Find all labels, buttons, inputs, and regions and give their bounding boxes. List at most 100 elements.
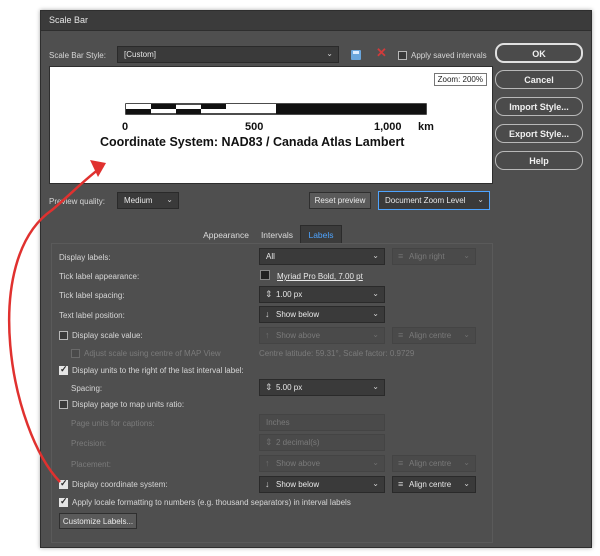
text-label-position-dropdown[interactable]: ↓ Show below ⌄ bbox=[259, 306, 385, 323]
adjust-scale-label: Adjust scale using centre of MAP View bbox=[84, 349, 221, 358]
tick-label-1000: 1,000 bbox=[374, 121, 402, 133]
help-button[interactable]: Help bbox=[495, 151, 583, 170]
display-units-checkbox[interactable] bbox=[59, 364, 68, 375]
chevron-down-icon: ⌄ bbox=[166, 195, 173, 204]
scale-bar-dialog: Scale Bar Scale Bar Style: [Custom] ⌄ ✕ … bbox=[40, 10, 592, 548]
chevron-down-icon: ⌄ bbox=[372, 289, 379, 298]
scale-bar-style-label: Scale Bar Style: bbox=[49, 51, 106, 60]
scale-bar-style-value: [Custom] bbox=[124, 50, 157, 59]
page-to-map-ratio-label: Display page to map units ratio: bbox=[72, 400, 185, 409]
scale-value-position-dropdown[interactable]: ↑ Show above ⌄ bbox=[259, 327, 385, 344]
chevron-down-icon: ⌄ bbox=[477, 195, 484, 204]
display-scale-value-checkbox[interactable] bbox=[59, 331, 68, 340]
chevron-down-icon: ⌄ bbox=[372, 330, 379, 339]
tab-intervals[interactable]: Intervals bbox=[255, 225, 299, 244]
tab-labels[interactable]: Labels bbox=[300, 225, 342, 244]
arrow-up-icon: ↑ bbox=[265, 458, 270, 468]
align-icon: ≡ bbox=[398, 479, 404, 489]
align-icon: ≡ bbox=[398, 458, 404, 468]
preview-quality-dropdown[interactable]: Medium ⌄ bbox=[117, 192, 179, 209]
text-label-position-value: Show below bbox=[276, 310, 320, 319]
coordinate-system-position-dropdown[interactable]: ↓ Show below ⌄ bbox=[259, 476, 385, 493]
text-label-position-label: Text label position: bbox=[59, 311, 125, 320]
delete-style-icon[interactable]: ✕ bbox=[376, 45, 387, 61]
chevron-down-icon: ⌄ bbox=[372, 251, 379, 260]
save-style-icon[interactable] bbox=[351, 50, 361, 60]
precision-label: Precision: bbox=[71, 439, 107, 448]
adjust-scale-info: Centre latitude: 59.31°, Scale factor: 0… bbox=[259, 349, 415, 358]
coordinate-system-align-dropdown[interactable]: ≡ Align centre ⌄ bbox=[392, 476, 476, 493]
cancel-button[interactable]: Cancel bbox=[495, 70, 583, 89]
placement-align-value: Align centre bbox=[409, 459, 452, 468]
display-labels-align-value: Align right bbox=[409, 252, 445, 261]
scale-value-align-dropdown[interactable]: ≡ Align centre ⌄ bbox=[392, 327, 476, 344]
placement-position-dropdown[interactable]: ↑ Show above ⌄ bbox=[259, 455, 385, 472]
scale-value-align-value: Align centre bbox=[409, 331, 452, 340]
tab-appearance[interactable]: Appearance bbox=[197, 225, 255, 244]
arrow-down-icon: ↓ bbox=[265, 479, 270, 489]
reset-preview-button[interactable]: Reset preview bbox=[309, 192, 371, 209]
dialog-title: Scale Bar bbox=[41, 11, 591, 31]
apply-saved-intervals-checkbox[interactable] bbox=[398, 51, 407, 60]
display-labels-label: Display labels: bbox=[59, 253, 111, 262]
adjust-scale-checkbox[interactable] bbox=[71, 349, 80, 358]
display-labels-align-dropdown[interactable]: ≡ Align right ⌄ bbox=[392, 248, 476, 265]
stepper-icon: ⇕ bbox=[265, 289, 273, 299]
scale-value-position-value: Show above bbox=[276, 331, 321, 340]
display-labels-dropdown[interactable]: All ⌄ bbox=[259, 248, 385, 265]
chevron-down-icon: ⌄ bbox=[372, 309, 379, 318]
page-units-dropdown[interactable]: Inches bbox=[259, 414, 385, 431]
coordinate-system-position-value: Show below bbox=[276, 480, 320, 489]
units-label: km bbox=[418, 121, 434, 133]
text-color-swatch[interactable] bbox=[260, 270, 270, 280]
chevron-down-icon: ⌄ bbox=[372, 479, 379, 488]
stepper-icon: ⇕ bbox=[265, 437, 273, 447]
placement-position-value: Show above bbox=[276, 459, 321, 468]
spacing-label: Spacing: bbox=[71, 384, 103, 393]
zoom-badge: Zoom: 200% bbox=[433, 73, 487, 86]
arrow-down-icon: ↓ bbox=[265, 309, 270, 319]
import-style-button[interactable]: Import Style... bbox=[495, 97, 583, 116]
display-coordinate-system-label: Display coordinate system: bbox=[72, 480, 168, 489]
page-to-map-ratio-checkbox[interactable] bbox=[59, 400, 68, 409]
apply-saved-intervals-label: Apply saved intervals bbox=[411, 51, 487, 60]
scale-bar-style-dropdown[interactable]: [Custom] ⌄ bbox=[117, 46, 339, 63]
chevron-down-icon: ⌄ bbox=[463, 330, 470, 339]
page-units-label: Page units for captions: bbox=[71, 419, 155, 428]
apply-locale-checkbox[interactable] bbox=[59, 496, 68, 507]
display-coordinate-system-checkbox[interactable] bbox=[59, 478, 68, 489]
placement-align-dropdown[interactable]: ≡ Align centre ⌄ bbox=[392, 455, 476, 472]
customize-labels-button[interactable]: Customize Labels... bbox=[59, 513, 137, 529]
tick-label-spacing-value: 1.00 px bbox=[276, 290, 303, 299]
display-labels-value: All bbox=[266, 252, 275, 261]
chevron-down-icon: ⌄ bbox=[463, 251, 470, 260]
arrow-up-icon: ↑ bbox=[265, 330, 270, 340]
chevron-down-icon: ⌄ bbox=[372, 382, 379, 391]
ok-button[interactable]: OK bbox=[495, 43, 583, 63]
tick-label-spacing-field[interactable]: ⇕ 1.00 px ⌄ bbox=[259, 286, 385, 303]
display-units-label: Display units to the right of the last i… bbox=[72, 366, 244, 375]
coordinate-system-align-value: Align centre bbox=[409, 480, 452, 489]
tick-label-500: 500 bbox=[245, 121, 264, 133]
spacing-value: 5.00 px bbox=[276, 383, 303, 392]
tick-label-font-link[interactable]: Myriad Pro Bold, 7.00 pt bbox=[277, 272, 363, 281]
preview-quality-value: Medium bbox=[124, 196, 153, 205]
zoom-mode-dropdown[interactable]: Document Zoom Level ⌄ bbox=[378, 191, 490, 210]
precision-field[interactable]: ⇕ 2 decimal(s) bbox=[259, 434, 385, 451]
coordinate-system-caption: Coordinate System: NAD83 / Canada Atlas … bbox=[100, 135, 405, 149]
spacing-field[interactable]: ⇕ 5.00 px ⌄ bbox=[259, 379, 385, 396]
stepper-icon: ⇕ bbox=[265, 382, 273, 392]
chevron-down-icon: ⌄ bbox=[372, 458, 379, 467]
chevron-down-icon: ⌄ bbox=[326, 49, 333, 58]
tick-label-0: 0 bbox=[122, 121, 129, 133]
tick-label-spacing-label: Tick label spacing: bbox=[59, 291, 125, 300]
page-units-value: Inches bbox=[266, 418, 290, 427]
align-icon: ≡ bbox=[398, 330, 404, 340]
export-style-button[interactable]: Export Style... bbox=[495, 124, 583, 143]
preview-quality-label: Preview quality: bbox=[49, 197, 106, 206]
chevron-down-icon: ⌄ bbox=[463, 458, 470, 467]
zoom-mode-value: Document Zoom Level bbox=[385, 196, 466, 205]
tick-label-appearance-label: Tick label appearance: bbox=[59, 272, 140, 281]
placement-label: Placement: bbox=[71, 460, 112, 469]
precision-value: 2 decimal(s) bbox=[276, 438, 320, 447]
